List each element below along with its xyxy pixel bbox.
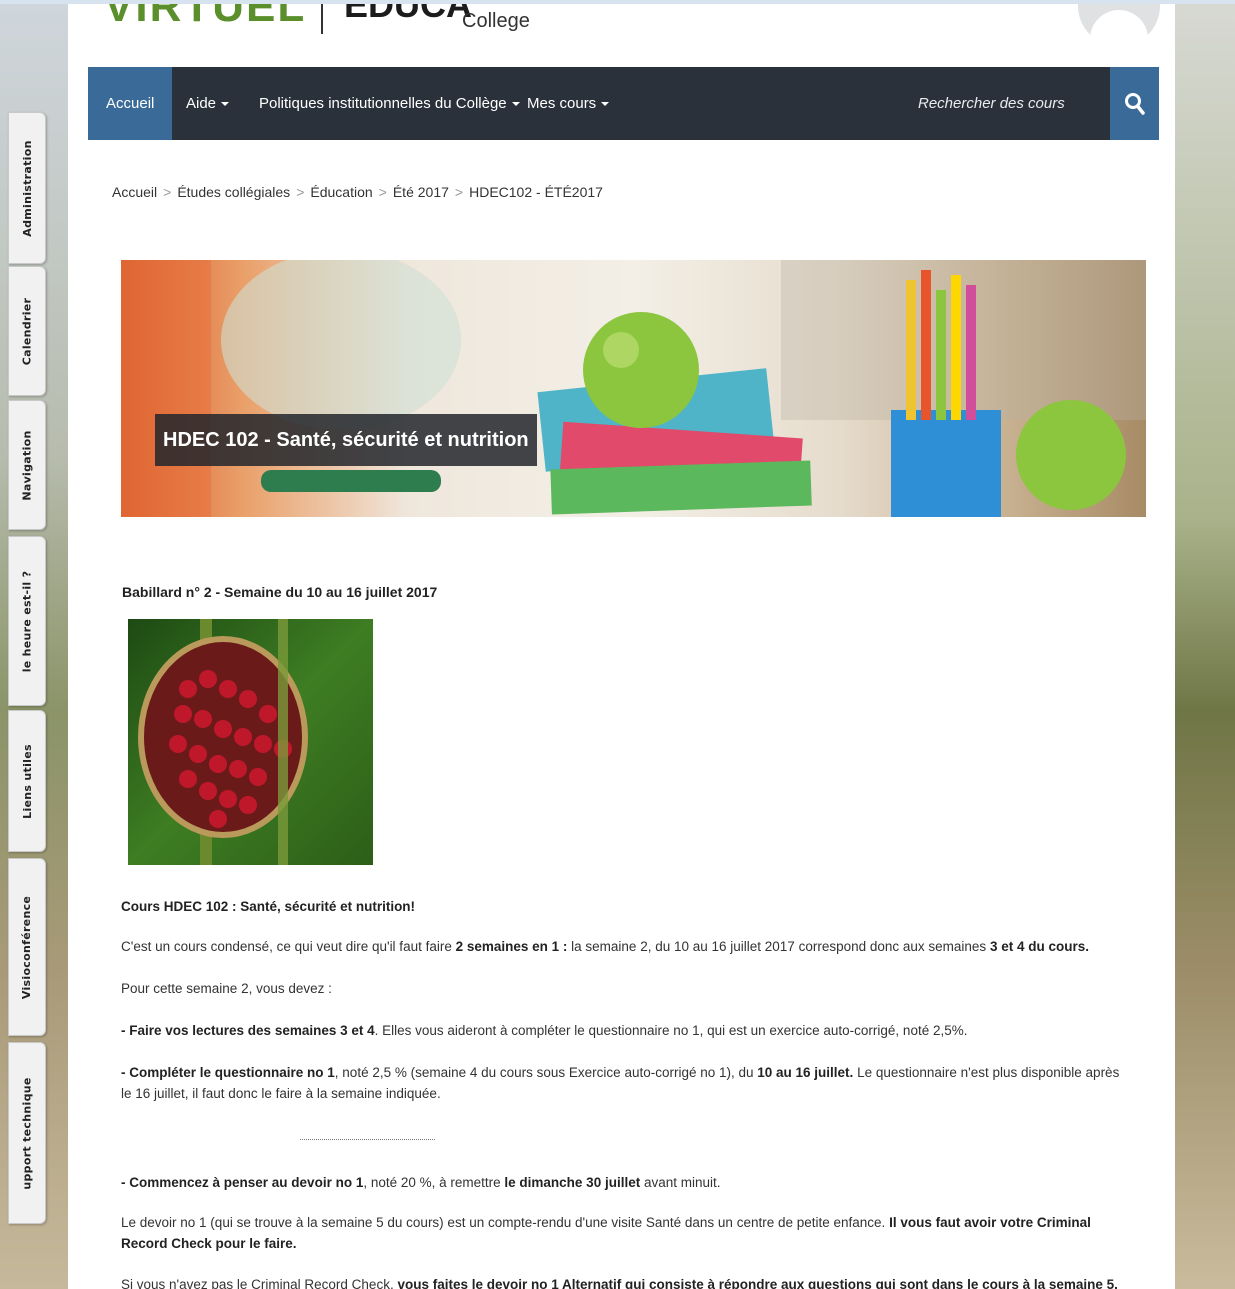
cherries-illustration [138,619,308,865]
chevron-down-icon [511,102,520,107]
logo-virtuel[interactable]: VIRTUEL [104,4,306,32]
sidetab-liens-utiles[interactable]: Liens utiles [8,710,46,852]
breadcrumb-education[interactable]: Éducation [310,184,372,200]
breadcrumb-accueil[interactable]: Accueil [112,184,157,200]
sidetab-calendrier[interactable]: Calendrier [8,266,46,396]
paragraph: - Compléter le questionnaire no 1, noté … [121,1065,1120,1101]
section-divider [300,1139,435,1140]
paragraph: C'est un cours condensé, ce qui veut dir… [121,939,1089,954]
breadcrumb-course[interactable]: HDEC102 - ÉTÉ2017 [469,184,603,200]
breadcrumb-separator: > [296,184,305,200]
sidetab-support-technique[interactable]: upport technique [8,1042,46,1224]
paragraph: - Commencez à penser au devoir no 1, not… [121,1175,721,1190]
breadcrumb-separator: > [163,184,172,200]
nav-aide[interactable]: Aide [186,67,230,140]
chevron-down-icon [221,102,230,107]
site-header: VIRTUEL EDUCA College [68,4,1175,68]
search-icon [1124,92,1145,115]
breadcrumb-ete[interactable]: Été 2017 [393,184,449,200]
breadcrumb-separator: > [378,184,387,200]
banner-illustration [121,260,1146,517]
desktop-background-right [1175,4,1235,1289]
post-heading: Babillard n° 2 - Semaine du 10 au 16 jui… [122,584,438,600]
main-navbar: Accueil Aide Politiques institutionnelle… [88,67,1159,140]
search-input[interactable]: Rechercher des cours [918,67,1065,140]
breadcrumb-separator: > [454,184,464,200]
cherries-basket-image [128,619,373,865]
breadcrumb: Accueil > Études collégiales > Éducation > Été… [112,184,603,200]
search-button[interactable] [1110,67,1159,140]
chevron-down-icon [601,102,610,107]
paragraph: Si vous n'avez pas le Criminal Record Ch… [121,1277,1118,1289]
course-banner-image: HDEC 102 - Santé, sécurité et nutrition [121,260,1146,517]
nav-politiques[interactable]: Politiques institutionnelles du Collège [259,67,520,140]
moodle-page: VIRTUEL EDUCA College Accueil Aide Polit… [68,4,1175,1289]
logo-college-text: College [462,10,530,32]
paragraph: Le devoir no 1 (qui se trouve à la semai… [121,1215,1091,1251]
sidetab-administration[interactable]: Administration [8,112,46,264]
paragraph: Pour cette semaine 2, vous devez : [121,981,332,996]
course-title: Cours HDEC 102 : Santé, sécurité et nutr… [121,899,416,914]
sidetab-clock[interactable]: le heure est-il ? [8,536,46,706]
logo-educacentre[interactable]: EDUCA [344,4,472,26]
sidetab-navigation[interactable]: Navigation [8,400,46,530]
nav-accueil[interactable]: Accueil [88,67,173,140]
user-avatar[interactable] [1078,4,1160,50]
paragraph: - Faire vos lectures des semaines 3 et 4… [121,1023,968,1038]
breadcrumb-etudes[interactable]: Études collégiales [177,184,290,200]
banner-title: HDEC 102 - Santé, sécurité et nutrition [155,414,537,466]
logo-divider [321,4,323,34]
nav-mes-cours[interactable]: Mes cours [527,67,610,140]
sidetab-visioconference[interactable]: Visioconférence [8,858,46,1036]
